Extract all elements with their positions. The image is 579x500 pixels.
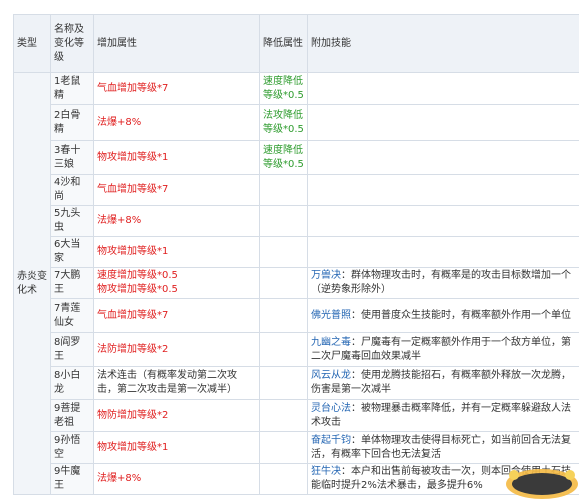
name-cell: 9菩提老祖: [50, 399, 94, 432]
add-attr-text: 法爆+8%: [97, 473, 142, 484]
add-attr-text: 速度增加等级*0.5: [97, 270, 178, 281]
add-attr-text: 法术连击（有概率发动第二次攻击，第二次攻击是第一次减半）: [97, 370, 237, 395]
skill-cell: 佛光普照：使用普度众生技能时，有概率额外作用一个单位: [307, 298, 579, 333]
skill-cell: 九幽之毒：尸魔毒有一定概率额外作用于一个敌方单位，第二次尸魔毒回血效果减半: [307, 332, 579, 367]
name-cell: 9牛魔王: [50, 463, 94, 495]
add-attr-text: 法爆+8%: [97, 116, 142, 128]
skill-name: 狂牛决: [311, 466, 341, 477]
skill-cell: 奋起千钧：单体物理攻击使得目标死亡，如当前回合无法复活，有概率下回合也无法复活: [307, 431, 579, 464]
add-attr-text: 法爆+8%: [97, 215, 142, 226]
add-cell: 物攻增加等级*1: [93, 236, 260, 268]
add-cell: 法爆+8%: [93, 463, 260, 495]
transformation-table: 类型 名称及变化等级 增加属性 降低属性 附加技能 赤炎变化术 1老鼠精 气血增加等…: [13, 14, 579, 495]
add-cell: 速度增加等级*0.5 物攻增加等级*0.5: [93, 267, 260, 299]
table-row: 9孙悟空 物攻增加等级*1 奋起千钧：单体物理攻击使得目标死亡，如当前回合无法复活，…: [14, 431, 579, 464]
add-cell: 物防增加等级*2: [93, 399, 260, 432]
header-row: 类型 名称及变化等级 增加属性 降低属性 附加技能: [13, 14, 579, 73]
reduce-cell: 速度降低等级*0.5: [259, 72, 308, 105]
name-cell: 8阎罗王: [50, 332, 94, 367]
name-cell: 3春十三娘: [50, 140, 94, 175]
table-row: 3春十三娘 物攻增加等级*1 速度降低等级*0.5: [14, 140, 579, 175]
table-row: 6大当家 物攻增加等级*1: [14, 236, 579, 268]
reduce-cell: 法攻降低等级*0.5: [259, 104, 308, 141]
reduce-cell: [259, 174, 308, 206]
table-row: 2白骨精 法爆+8% 法攻降低等级*0.5: [14, 104, 579, 141]
page: 类型 名称及变化等级 增加属性 降低属性 附加技能 赤炎变化术 1老鼠精 气血增加等…: [0, 0, 579, 500]
add-cell: 气血增加等级*7: [93, 298, 260, 333]
table-row: 9牛魔王 法爆+8% 狂牛决：本户和出售前每被攻击一次，则本回合使用土石技能临时提升…: [14, 463, 579, 495]
add-cell: 法防增加等级*2: [93, 332, 260, 367]
add-attr-text: 物防增加等级*2: [97, 409, 169, 421]
reduce-cell: [259, 366, 308, 400]
reduce-cell: [259, 236, 308, 268]
name-cell: 2白骨精: [50, 104, 94, 141]
name-cell: 5九头虫: [50, 205, 94, 237]
add-attr-text: 物攻增加等级*1: [97, 441, 169, 453]
table-row: 8阎罗王 法防增加等级*2 九幽之毒：尸魔毒有一定概率额外作用于一个敌方单位，第二次…: [14, 332, 579, 367]
add-attr-text: 气血增加等级*7: [97, 82, 169, 94]
header-reduce: 降低属性: [259, 14, 308, 73]
add-attr-text: 气血增加等级*7: [97, 184, 169, 195]
table-row: 7青莲仙女 气血增加等级*7 佛光普照：使用普度众生技能时，有概率额外作用一个单位: [14, 298, 579, 333]
skill-name: 灵台心法: [311, 402, 351, 414]
name-cell: 1老鼠精: [50, 72, 94, 105]
table-row: 8小白龙 法术连击（有概率发动第二次攻击，第二次攻击是第一次减半） 风云从龙：使用龙…: [14, 366, 579, 400]
table-row: 赤炎变化术 1老鼠精 气血增加等级*7 速度降低等级*0.5: [13, 72, 579, 495]
skill-cell: 万兽决：群体物理攻击时，有概率是的攻击目标数增加一个（逆势象形除外）: [307, 267, 579, 299]
name-cell: 7青莲仙女: [50, 298, 94, 333]
add-attr-text: 物攻增加等级*0.5: [97, 284, 178, 295]
skill-cell: [307, 236, 579, 268]
skill-name: 佛光普照: [311, 309, 351, 321]
header-name: 名称及变化等级: [50, 14, 94, 73]
reduce-cell: [259, 205, 308, 237]
add-cell: 气血增加等级*7: [93, 72, 260, 105]
header-skill: 附加技能: [307, 14, 579, 73]
table-row: 9菩提老祖 物防增加等级*2 灵台心法：被物理暴击概率降低，并有一定概率躲避敌人法术…: [14, 399, 579, 432]
reduce-cell: [259, 332, 308, 367]
skill-cell: [307, 104, 579, 141]
table-row: 7大鹏王 速度增加等级*0.5 物攻增加等级*0.5 万兽决：群体物理攻击时，有概率是…: [14, 267, 579, 299]
table-row: 4沙和尚 气血增加等级*7: [14, 174, 579, 206]
add-cell: 法爆+8%: [93, 104, 260, 141]
skill-desc: ：群体物理攻击时，有概率是的攻击目标数增加一个（逆势象形除外）: [311, 270, 571, 295]
skill-cell: [307, 140, 579, 175]
skill-cell: 灵台心法：被物理暴击概率降低，并有一定概率躲避敌人法术攻击: [307, 399, 579, 432]
category-cell: 赤炎变化术: [13, 72, 51, 495]
add-cell: 法术连击（有概率发动第二次攻击，第二次攻击是第一次减半）: [93, 366, 260, 400]
skill-cell: 风云从龙：使用龙腾技能招石，有概率额外释放一次龙腾，伤害是第一次减半: [307, 366, 579, 400]
skill-cell: [307, 174, 579, 206]
header-add: 增加属性: [93, 14, 260, 73]
watermark-logo: [506, 469, 578, 499]
name-cell: 4沙和尚: [50, 174, 94, 206]
reduce-cell: [259, 298, 308, 333]
skill-name: 九幽之毒: [311, 336, 351, 348]
add-cell: 法爆+8%: [93, 205, 260, 237]
reduce-cell: [259, 463, 308, 495]
add-cell: 气血增加等级*7: [93, 174, 260, 206]
header-type: 类型: [13, 14, 51, 73]
skill-name: 万兽决: [311, 270, 341, 281]
name-cell: 6大当家: [50, 236, 94, 268]
name-cell: 8小白龙: [50, 366, 94, 400]
reduce-cell: [259, 267, 308, 299]
reduce-cell: 速度降低等级*0.5: [259, 140, 308, 175]
reduce-cell: [259, 431, 308, 464]
reduce-cell: [259, 399, 308, 432]
skill-cell: [307, 72, 579, 105]
skill-name: 风云从龙: [311, 370, 351, 381]
skill-desc: ：使用普度众生技能时，有概率额外作用一个单位: [351, 309, 571, 321]
add-cell: 物攻增加等级*1: [93, 140, 260, 175]
name-cell: 9孙悟空: [50, 431, 94, 464]
table-body: 赤炎变化术 1老鼠精 气血增加等级*7 速度降低等级*0.5 2白骨精 法爆+8% 法攻降低…: [13, 72, 579, 495]
add-attr-text: 法防增加等级*2: [97, 343, 169, 355]
skill-name: 奋起千钧: [311, 434, 351, 446]
add-attr-text: 物攻增加等级*1: [97, 246, 169, 257]
add-attr-text: 气血增加等级*7: [97, 309, 169, 321]
add-attr-text: 物攻增加等级*1: [97, 151, 169, 163]
name-cell: 7大鹏王: [50, 267, 94, 299]
table-row: 5九头虫 法爆+8%: [14, 205, 579, 237]
skill-cell: [307, 205, 579, 237]
add-cell: 物攻增加等级*1: [93, 431, 260, 464]
